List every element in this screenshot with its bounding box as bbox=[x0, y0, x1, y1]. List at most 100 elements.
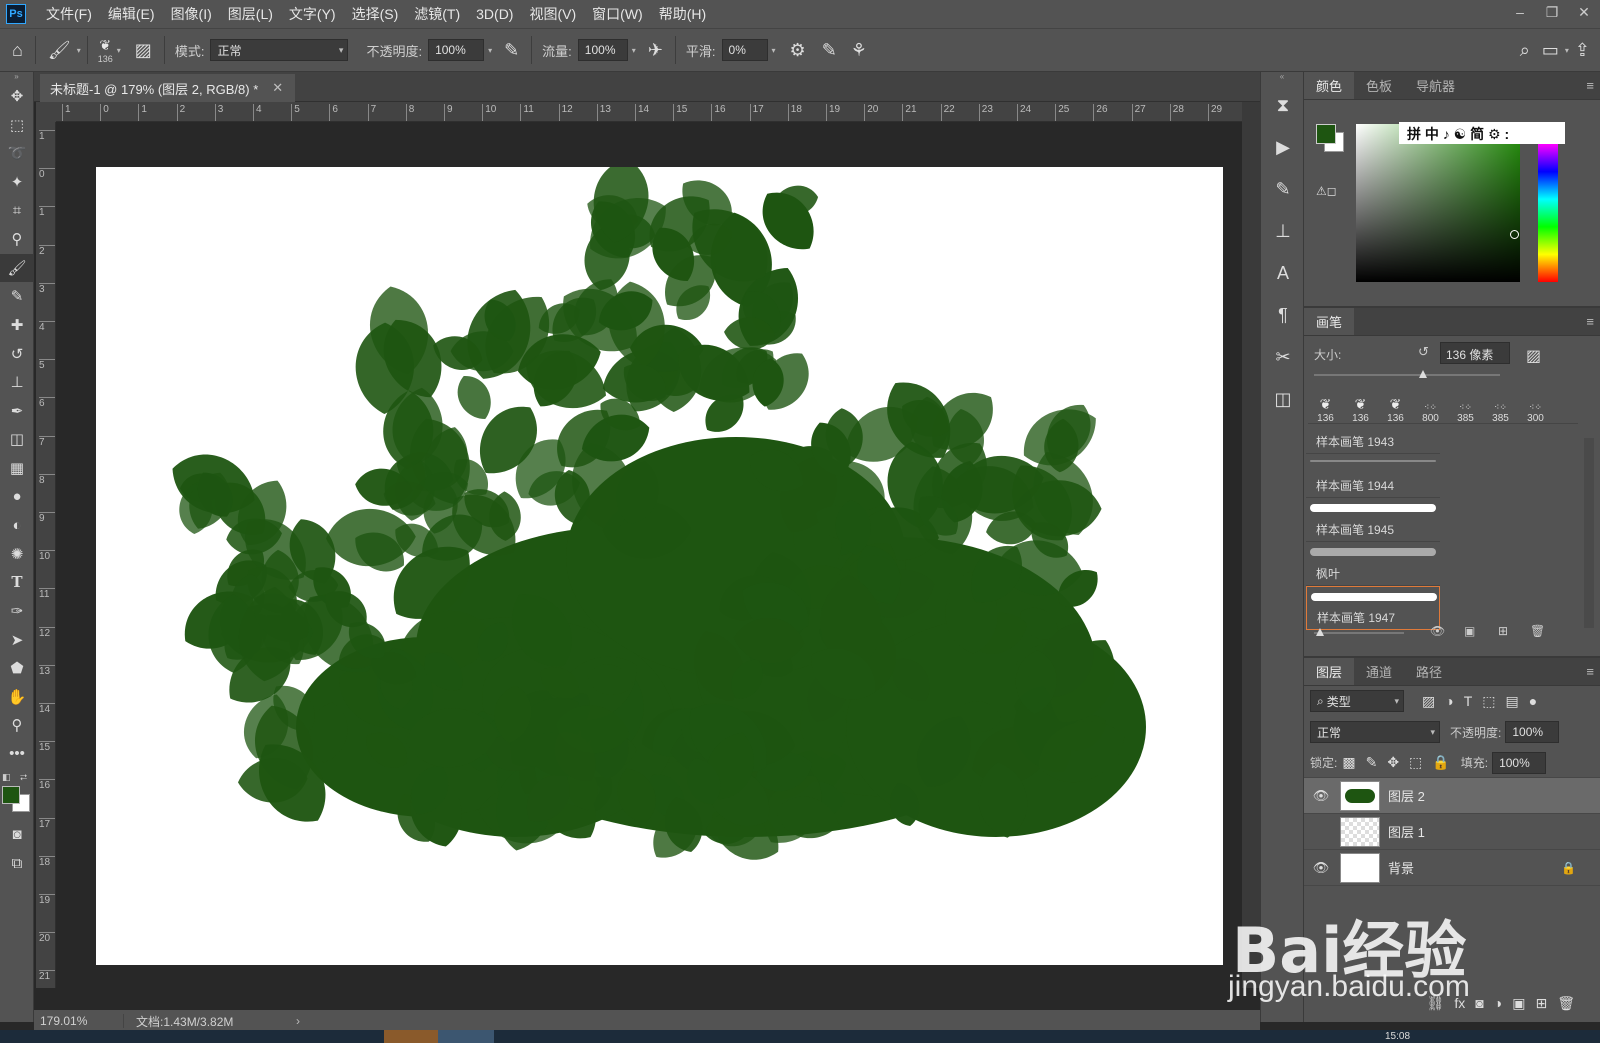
minimize-icon[interactable]: – bbox=[1504, 0, 1536, 24]
properties-panel-icon[interactable]: ◫ bbox=[1261, 378, 1305, 420]
layer-filter-select[interactable]: ⌕ 类型 ▾ bbox=[1310, 690, 1404, 712]
brush-preset[interactable]: ⁖⁘ 385 bbox=[1448, 388, 1483, 424]
gear-icon[interactable]: ⚙ bbox=[790, 40, 806, 61]
lock-all-icon[interactable]: 🔒 bbox=[1432, 754, 1449, 771]
menu-3d[interactable]: 3D(D) bbox=[476, 6, 513, 22]
new-preset-icon[interactable]: ⊞ bbox=[1498, 624, 1508, 638]
brush-preset[interactable]: ⁖⁘ 300 bbox=[1518, 388, 1553, 424]
pressure-opacity-icon[interactable]: ✎ bbox=[504, 40, 519, 61]
lock-transparency-icon[interactable]: ▩ bbox=[1342, 754, 1355, 771]
menu-select[interactable]: 选择(S) bbox=[352, 4, 399, 24]
eye-icon[interactable]: 👁 bbox=[1310, 860, 1332, 876]
pen-tool-icon[interactable]: ✑ bbox=[0, 597, 34, 626]
home-icon[interactable]: ⌂ bbox=[12, 40, 23, 61]
taskbar-app[interactable] bbox=[438, 1030, 494, 1043]
symmetry-icon[interactable]: ⚘ bbox=[851, 40, 867, 61]
brush-settings-panel-icon[interactable]: ✎ bbox=[1261, 168, 1305, 210]
crop-tool-icon[interactable]: ⌗ bbox=[0, 196, 34, 225]
marquee-tool-icon[interactable]: ⬚ bbox=[0, 111, 34, 140]
folder-icon[interactable]: ▣ bbox=[1464, 624, 1475, 638]
character-panel-icon[interactable]: A bbox=[1261, 252, 1305, 294]
actions-panel-icon[interactable]: ▶ bbox=[1261, 126, 1305, 168]
brush-preset[interactable]: ⁖⁘ 385 bbox=[1483, 388, 1518, 424]
layer-row-layer2[interactable]: 👁 图层 2 bbox=[1304, 778, 1600, 814]
more-tools-icon[interactable]: ••• bbox=[0, 740, 34, 769]
search-icon[interactable]: ⌕ bbox=[1520, 40, 1530, 61]
zoom-level[interactable]: 179.01% bbox=[34, 1014, 124, 1028]
tab-layers[interactable]: 图层 bbox=[1304, 658, 1355, 685]
ime-status-bar[interactable]: 拼 中 ♪ ☯ 简 ⚙ : bbox=[1399, 122, 1565, 144]
menu-edit[interactable]: 编辑(E) bbox=[108, 4, 155, 24]
collapse-icon[interactable]: » bbox=[0, 72, 33, 82]
brush-tool-icon[interactable]: 🖌 bbox=[0, 253, 34, 283]
clone-stamp-tool-icon[interactable]: ⊥ bbox=[0, 368, 34, 397]
close-icon[interactable]: ✕ bbox=[272, 80, 283, 96]
color-picker-handle[interactable] bbox=[1510, 230, 1519, 239]
brush-settings-toggle-icon[interactable]: ▨ bbox=[135, 40, 152, 61]
mode-select[interactable]: 正常 ▾ bbox=[210, 39, 349, 61]
brush-size-slider[interactable] bbox=[1314, 374, 1500, 376]
move-tool-icon[interactable]: ✥ bbox=[0, 82, 34, 111]
collapse-icon[interactable]: « bbox=[1261, 72, 1303, 84]
gradient-tool-icon[interactable]: ▦ bbox=[0, 454, 34, 483]
smoothing-input[interactable]: 0% bbox=[721, 39, 768, 61]
hue-slider[interactable] bbox=[1538, 144, 1558, 282]
zoom-tool-icon[interactable]: ⚲ bbox=[0, 711, 34, 740]
filter-toggle-icon[interactable]: ● bbox=[1529, 693, 1537, 709]
new-brush-icon[interactable]: ▨ bbox=[1526, 346, 1541, 366]
tab-paths[interactable]: 路径 bbox=[1404, 658, 1454, 685]
tab-navigator[interactable]: 导航器 bbox=[1404, 72, 1467, 99]
screen-mode-icon[interactable]: ⧉ bbox=[0, 849, 34, 878]
brush-size-input[interactable]: 136 像素 bbox=[1440, 342, 1510, 364]
layer-opacity-input[interactable]: 100% bbox=[1505, 721, 1560, 743]
close-icon[interactable]: ✕ bbox=[1568, 0, 1600, 24]
chevron-down-icon[interactable]: ▾ bbox=[632, 46, 636, 55]
filter-smart-object-icon[interactable]: ▤ bbox=[1506, 693, 1519, 710]
lock-position-icon[interactable]: ✥ bbox=[1387, 754, 1399, 771]
brush-preset[interactable]: ❦ 136 bbox=[1378, 388, 1413, 424]
history-brush-tool-icon[interactable]: ↺ bbox=[0, 339, 34, 368]
eraser-tool-icon[interactable]: ◫ bbox=[0, 425, 34, 454]
menu-window[interactable]: 窗口(W) bbox=[592, 4, 643, 24]
eyedropper-tool-icon[interactable]: ⚲ bbox=[0, 225, 34, 254]
restore-icon[interactable]: ❐ bbox=[1536, 0, 1568, 24]
layer-row-layer1[interactable]: 👁 图层 1 bbox=[1304, 814, 1600, 850]
brush-preset[interactable]: ❦ 136 bbox=[1308, 388, 1343, 424]
chevron-down-icon[interactable]: ▾ bbox=[77, 46, 81, 55]
dodge-tool-icon[interactable]: ◐ bbox=[0, 511, 34, 540]
brush-list-item[interactable]: 枫叶 bbox=[1306, 542, 1440, 586]
tab-channels[interactable]: 通道 bbox=[1354, 658, 1404, 685]
tab-color[interactable]: 颜色 bbox=[1304, 72, 1355, 99]
tab-swatches[interactable]: 色板 bbox=[1354, 72, 1404, 99]
filter-adjustment-icon[interactable]: ◑ bbox=[1445, 693, 1453, 709]
layer-row-background[interactable]: 👁 背景 🔒 bbox=[1304, 850, 1600, 886]
menu-file[interactable]: 文件(F) bbox=[46, 4, 92, 24]
type-tool-icon[interactable]: T bbox=[0, 568, 34, 597]
menu-help[interactable]: 帮助(H) bbox=[659, 4, 706, 24]
art-history-brush-icon[interactable]: ✒ bbox=[0, 397, 34, 426]
workspace-icon[interactable]: ▭ bbox=[1542, 40, 1559, 61]
eye-icon[interactable]: 👁 bbox=[1310, 788, 1332, 804]
foreground-color-swatch[interactable] bbox=[2, 786, 20, 805]
reset-icon[interactable]: ↺ bbox=[1418, 344, 1429, 360]
brush-list-item[interactable]: 样本画笔 1947 bbox=[1306, 586, 1440, 630]
brush-list-item[interactable]: 样本画笔 1943 bbox=[1306, 426, 1440, 454]
taskbar-app[interactable] bbox=[384, 1030, 438, 1043]
color-field[interactable] bbox=[1356, 124, 1520, 282]
chevron-right-icon[interactable]: › bbox=[296, 1014, 300, 1028]
menu-image[interactable]: 图像(I) bbox=[171, 4, 212, 24]
fill-input[interactable]: 100% bbox=[1492, 751, 1547, 774]
brush-list-item[interactable]: 样本画笔 1944 bbox=[1306, 454, 1440, 498]
opacity-input[interactable]: 100% bbox=[428, 39, 485, 61]
menu-type[interactable]: 文字(Y) bbox=[289, 4, 336, 24]
foreground-color-swatch[interactable] bbox=[1316, 124, 1336, 144]
healing-brush-tool-icon[interactable]: ✚ bbox=[0, 311, 34, 340]
trash-icon[interactable]: 🗑 bbox=[1530, 624, 1545, 638]
brush-preset-picker[interactable]: ❦ 136 bbox=[98, 37, 113, 64]
preview-size-slider[interactable] bbox=[1314, 632, 1404, 634]
flow-input[interactable]: 100% bbox=[577, 39, 628, 61]
default-colors-icon[interactable]: ◧ bbox=[2, 772, 11, 783]
tab-brushes[interactable]: 画笔 bbox=[1304, 308, 1355, 335]
paragraph-panel-icon[interactable]: ¶ bbox=[1261, 294, 1305, 336]
magic-wand-tool-icon[interactable]: ✦ bbox=[0, 168, 34, 197]
